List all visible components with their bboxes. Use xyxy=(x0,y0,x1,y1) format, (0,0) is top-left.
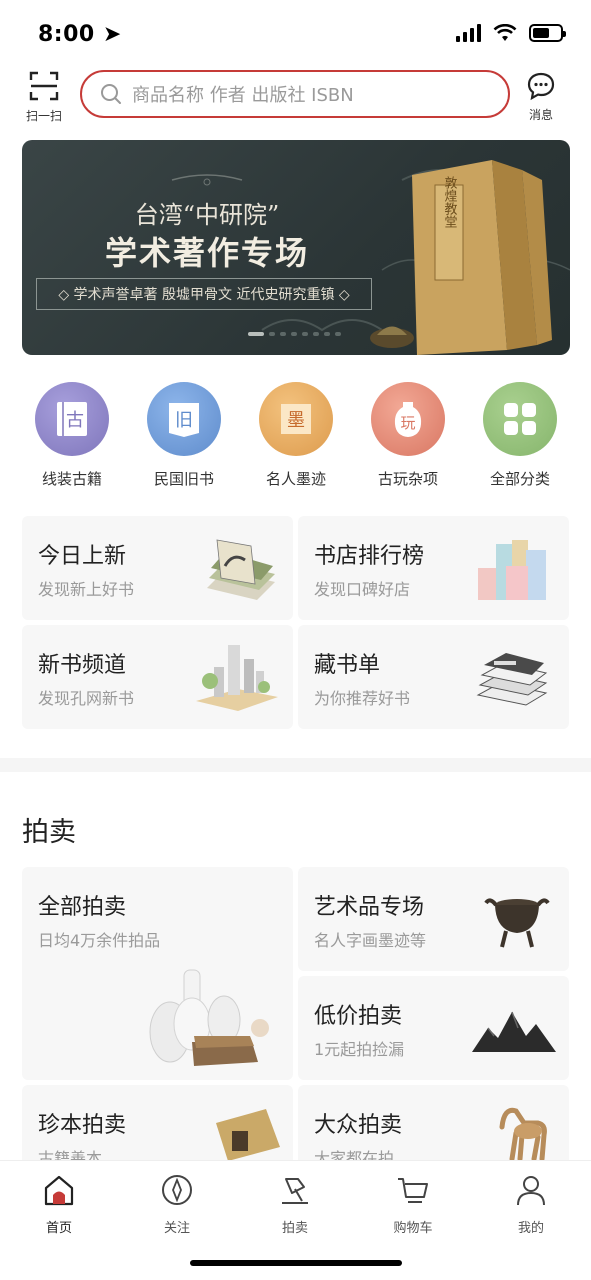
search-placeholder: 商品名称 作者 出版社 ISBN xyxy=(132,85,354,106)
svg-text:古: 古 xyxy=(66,410,84,431)
tab-label: 购物车 xyxy=(393,1221,433,1236)
tab-follow[interactable]: 关注 xyxy=(137,1173,217,1236)
colorful-books-icon xyxy=(478,540,546,600)
scan-icon xyxy=(29,71,59,101)
gavel-icon xyxy=(282,1178,308,1204)
scan-label: 扫一扫 xyxy=(25,109,62,123)
home-icon xyxy=(44,1175,74,1206)
user-icon xyxy=(517,1176,545,1206)
category-label: 名人墨迹 xyxy=(265,470,326,488)
category-antiques[interactable]: 玩 古玩杂项 xyxy=(358,382,458,489)
all-categories-icon xyxy=(483,382,557,456)
calligraphy-icon: 墨 xyxy=(259,382,333,456)
banner-tagline: ◇ 学术声誉卓著 殷墟甲骨文 近代史研究重镇 ◇ xyxy=(36,278,372,310)
message-label: 消息 xyxy=(528,108,553,122)
auction-section-title: 拍卖 xyxy=(22,817,76,848)
banner-title: 学术著作专场 xyxy=(104,234,309,272)
card-subtitle: 日均4万余件拍品 xyxy=(38,931,161,950)
home-indicator[interactable] xyxy=(190,1260,402,1266)
tab-profile[interactable]: 我的 xyxy=(491,1173,571,1236)
bronze-censer-icon xyxy=(484,898,550,948)
popup-city-book-icon xyxy=(196,645,278,711)
card-subtitle: 发现口碑好店 xyxy=(314,580,411,599)
category-label: 全部分类 xyxy=(489,470,550,488)
search-icon xyxy=(101,84,121,104)
tab-home[interactable]: 首页 xyxy=(19,1173,99,1236)
tang-horse-icon xyxy=(499,1107,547,1162)
cart-icon xyxy=(398,1178,428,1203)
card-subtitle: 名人字画墨迹等 xyxy=(314,931,427,950)
tab-label: 关注 xyxy=(163,1221,190,1236)
tab-cart[interactable]: 购物车 xyxy=(373,1173,453,1236)
art-auction-card[interactable]: 艺术品专场 名人字画墨迹等 xyxy=(298,867,569,971)
category-label: 线装古籍 xyxy=(41,470,102,488)
scan-button[interactable]: 扫一扫 xyxy=(22,71,66,124)
antique-vase-icon: 玩 xyxy=(371,382,445,456)
status-bar: 8:00 ➤ xyxy=(0,0,591,70)
card-title: 全部拍卖 xyxy=(38,895,127,920)
category-label: 民国旧书 xyxy=(153,470,214,488)
card-subtitle: 发现新上好书 xyxy=(38,580,135,599)
rare-book-icon xyxy=(216,1109,280,1161)
svg-text:墨: 墨 xyxy=(287,410,305,431)
category-row: 古 线装古籍 旧 民国旧书 墨 名人墨迹 玩 古玩杂项 全部分类 xyxy=(22,382,570,489)
search-input[interactable]: 商品名称 作者 出版社 ISBN xyxy=(80,70,510,118)
category-calligraphy[interactable]: 墨 名人墨迹 xyxy=(246,382,346,489)
tab-label: 首页 xyxy=(45,1221,72,1236)
vases-and-books-icon xyxy=(149,969,269,1066)
card-subtitle: 为你推荐好书 xyxy=(314,689,411,708)
card-subtitle: 发现孔网新书 xyxy=(38,689,135,708)
card-title: 大众拍卖 xyxy=(314,1113,403,1138)
message-button[interactable]: 消息 xyxy=(522,71,560,123)
thread-bound-book-icon: 古 xyxy=(35,382,109,456)
old-book-icon: 旧 xyxy=(147,382,221,456)
book-stack-icon xyxy=(207,539,275,600)
card-title: 新书频道 xyxy=(38,653,127,678)
card-title: 今日上新 xyxy=(38,544,127,569)
new-books-channel-card[interactable]: 新书频道 发现孔网新书 xyxy=(22,625,293,729)
card-subtitle: 1元起拍捡漏 xyxy=(314,1040,405,1059)
store-ranking-card[interactable]: 书店排行榜 发现口碑好店 xyxy=(298,516,569,620)
tab-label: 拍卖 xyxy=(281,1221,308,1236)
battery-icon xyxy=(529,24,566,42)
card-title: 珍本拍卖 xyxy=(38,1113,127,1138)
tab-label: 我的 xyxy=(517,1221,544,1236)
svg-text:旧: 旧 xyxy=(175,410,193,431)
card-title: 书店排行榜 xyxy=(314,544,425,569)
wifi-icon xyxy=(493,24,517,41)
new-arrivals-card[interactable]: 今日上新 发现新上好书 xyxy=(22,516,293,620)
status-icons xyxy=(456,24,566,42)
card-title: 藏书单 xyxy=(314,653,381,678)
compass-icon xyxy=(162,1175,192,1205)
tab-auction[interactable]: 拍卖 xyxy=(255,1173,335,1236)
svg-text:玩: 玩 xyxy=(400,414,415,432)
book-list-card[interactable]: 藏书单 为你推荐好书 xyxy=(298,625,569,729)
low-price-auction-card[interactable]: 低价拍卖 1元起拍捡漏 xyxy=(298,976,569,1080)
banner-subtitle: 台湾“中研院” xyxy=(134,201,280,229)
chat-bubble-icon xyxy=(527,72,555,101)
promo-banner[interactable]: 敦煌教堂 台湾“中研院” 学术著作专场 ◇ 学术声誉卓著 殷墟甲骨文 近代史研究… xyxy=(22,140,570,355)
ink-mountain-icon xyxy=(472,1011,556,1052)
carousel-indicator[interactable] xyxy=(248,332,341,336)
all-auctions-card[interactable]: 全部拍卖 日均4万余件拍品 xyxy=(22,867,293,1080)
signal-icon xyxy=(456,24,481,42)
category-thread-bound-books[interactable]: 古 线装古籍 xyxy=(22,382,122,489)
book-title: 敦煌教堂 xyxy=(442,175,458,228)
search-row: 扫一扫 商品名称 作者 出版社 ISBN 消息 xyxy=(0,68,591,124)
category-label: 古玩杂项 xyxy=(377,470,438,488)
bw-book-stack-icon xyxy=(476,653,548,706)
card-title: 艺术品专场 xyxy=(314,895,425,920)
status-time: 8:00 ➤ xyxy=(38,22,122,47)
section-divider xyxy=(0,758,591,772)
category-all[interactable]: 全部分类 xyxy=(470,382,570,489)
category-republic-era-books[interactable]: 旧 民国旧书 xyxy=(134,382,234,489)
card-title: 低价拍卖 xyxy=(314,1004,403,1029)
